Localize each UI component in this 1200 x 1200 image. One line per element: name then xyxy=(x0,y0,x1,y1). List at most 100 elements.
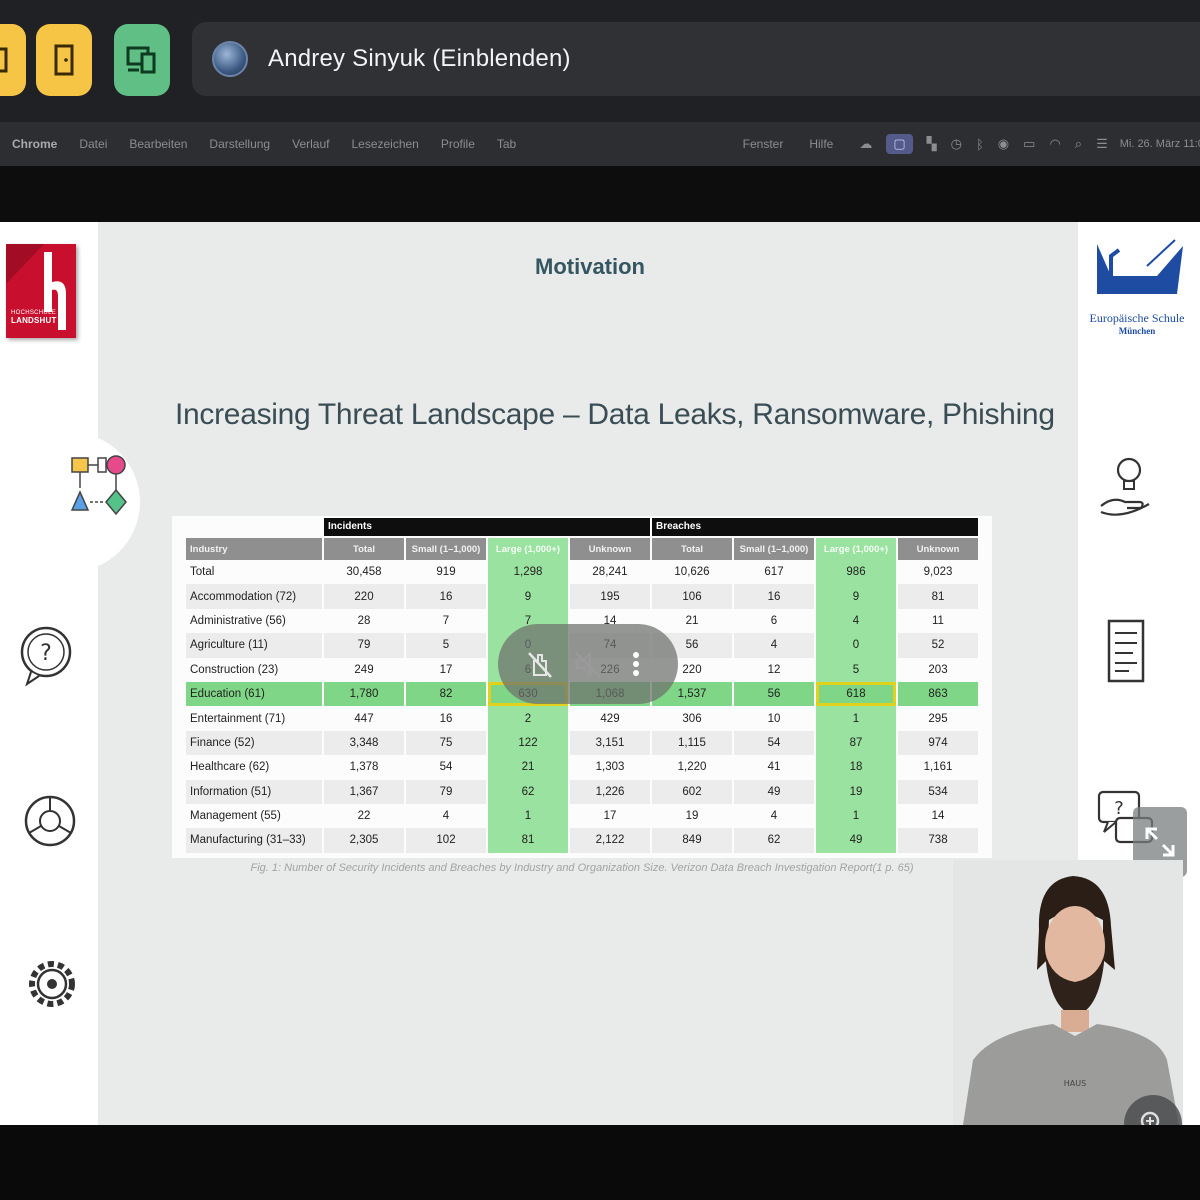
table-cell: 4 xyxy=(816,608,896,634)
clock-icon[interactable]: ◷ xyxy=(951,136,962,152)
table-row: Total 30,458 919 1,298 28,241 10,626 617 986 9,0… xyxy=(186,560,978,585)
presenter-banner[interactable]: Andrey Sinyuk (Einblenden) xyxy=(192,22,1200,96)
eu-logo-mark-icon xyxy=(1097,239,1183,294)
table-cell: 79 xyxy=(406,779,486,804)
table-cell: 602 xyxy=(652,779,732,804)
leave-button[interactable] xyxy=(0,24,26,96)
table-cell: 849 xyxy=(652,828,732,853)
bluetooth-icon[interactable]: ᛒ xyxy=(976,137,984,152)
table-cell: 1,378 xyxy=(349,761,379,774)
table-cell: 4 xyxy=(770,810,778,823)
table-cell: 738 xyxy=(898,828,978,853)
table-cell: 75 xyxy=(406,730,486,756)
menu-tab[interactable]: Tab xyxy=(497,137,516,151)
process-flow-icon[interactable] xyxy=(62,444,134,530)
cycle-chart-icon[interactable] xyxy=(20,786,80,856)
menu-profile[interactable]: Profile xyxy=(441,137,475,151)
search-icon[interactable]: ⌕ xyxy=(1075,136,1082,152)
column-header: Small (1–1,000) xyxy=(734,538,814,560)
industry-cell: Finance (52) xyxy=(186,730,322,756)
table-cell: 16 xyxy=(734,584,814,609)
table-cell: 18 xyxy=(816,755,896,780)
table-cell: 56 xyxy=(734,681,814,707)
table-cell: 17 xyxy=(603,810,617,823)
hand-off-icon[interactable] xyxy=(523,647,557,681)
table-cell: 3,151 xyxy=(570,730,650,756)
screen-mirror-icon[interactable]: ▢ xyxy=(886,134,913,154)
window-tiles-icon[interactable]: ▚ xyxy=(927,136,937,152)
industry-cell: Healthcare (62) xyxy=(190,761,270,774)
table-cell: 19 xyxy=(685,810,699,823)
table-cell: 1 xyxy=(816,706,896,731)
table-cell: 2,122 xyxy=(570,828,650,853)
bottom-bar xyxy=(0,1125,1200,1200)
table-cell: 2 xyxy=(488,706,568,731)
table-cell: 9,023 xyxy=(923,566,953,579)
menu-datei[interactable]: Datei xyxy=(79,137,107,151)
menubar-clock[interactable]: Mi. 26. März 11:07 xyxy=(1120,138,1200,150)
table-cell: 195 xyxy=(570,584,650,609)
table-cell: 429 xyxy=(600,712,620,725)
meet-top-bar: Andrey Sinyuk (Einblenden) xyxy=(0,0,1200,122)
door-button[interactable] xyxy=(36,24,92,96)
table-cell: 22 xyxy=(357,810,371,823)
industry-cell: Manufacturing (31–33) xyxy=(186,828,322,853)
table-cell: 81 xyxy=(898,584,978,609)
table-cell: 447 xyxy=(354,712,374,725)
present-screen-icon xyxy=(126,46,156,74)
menu-app-name[interactable]: Chrome xyxy=(12,137,57,151)
table-cell: 919 xyxy=(436,566,456,579)
table-cell: 12 xyxy=(767,663,781,676)
group-header-breaches: Breaches xyxy=(652,518,978,536)
group-header-incidents: Incidents xyxy=(324,518,650,536)
menu-lesezeichen[interactable]: Lesezeichen xyxy=(351,137,418,151)
industry-cell: Agriculture (11) xyxy=(186,633,322,658)
expand-icon xyxy=(1145,827,1175,857)
status-icons: ☁ ▢ ▚ ◷ ᛒ ◉ ▭ ◠ ⌕ ☰ xyxy=(859,134,1108,154)
wifi-icon[interactable]: ◠ xyxy=(1049,136,1060,152)
menu-fenster[interactable]: Fenster xyxy=(743,137,784,151)
industry-cell: Entertainment (71) xyxy=(190,712,286,725)
presenter-name: Andrey Sinyuk (Einblenden) xyxy=(268,45,571,72)
cloud-icon[interactable]: ☁ xyxy=(859,136,872,152)
hochschule-landshut-logo: HOCHSCHULE LANDSHUT xyxy=(6,244,76,338)
table-cell: 54 xyxy=(439,761,453,774)
webcam-video: HAUS xyxy=(953,860,1183,1125)
document-list-icon[interactable] xyxy=(1098,614,1154,688)
present-screen-button[interactable] xyxy=(114,24,170,96)
industry-cell: Administrative (56) xyxy=(190,614,286,627)
table-cell: 1,780 xyxy=(324,681,404,707)
more-vert-icon[interactable] xyxy=(619,647,653,681)
table-cell: 17 xyxy=(439,663,453,676)
table-cell: 102 xyxy=(406,828,486,853)
table-cell: 28 xyxy=(357,614,371,627)
industry-cell: Accommodation (72) xyxy=(186,584,322,609)
menu-verlauf[interactable]: Verlauf xyxy=(292,137,329,151)
column-header: Large (1,000+) xyxy=(816,538,896,560)
menu-darstellung[interactable]: Darstellung xyxy=(209,137,270,151)
table-cell: 986 xyxy=(816,560,896,585)
table-cell: 82 xyxy=(406,681,486,707)
table-cell: 534 xyxy=(898,779,978,804)
record-icon[interactable]: ◉ xyxy=(998,136,1009,152)
volume-off-icon[interactable] xyxy=(571,647,605,681)
leave-icon xyxy=(0,47,8,73)
table-row: Healthcare (62) 1,378 54 21 1,303 1,220 41 18 1,… xyxy=(186,755,978,780)
table-cell: 30,458 xyxy=(346,566,382,579)
question-bubble-icon[interactable]: ? xyxy=(16,620,76,690)
presenter-video-figure: HAUS xyxy=(953,860,1183,1125)
hl-logo-line2: LANDSHUT xyxy=(11,316,57,325)
column-header: Small (1–1,000) xyxy=(406,538,486,560)
table-cell: 28,241 xyxy=(592,566,628,579)
industry-cell: Management (55) xyxy=(190,810,281,823)
column-header: Total xyxy=(652,538,732,560)
table-cell: 1,226 xyxy=(570,779,650,804)
table-cell: 122 xyxy=(488,730,568,756)
control-center-icon[interactable]: ☰ xyxy=(1096,136,1108,152)
menu-bearbeiten[interactable]: Bearbeiten xyxy=(129,137,187,151)
svg-text:?: ? xyxy=(1114,798,1124,819)
settings-gear-icon[interactable] xyxy=(22,948,82,1020)
battery-icon[interactable]: ▭ xyxy=(1023,136,1035,152)
menu-hilfe[interactable]: Hilfe xyxy=(809,137,833,151)
idea-hand-icon[interactable] xyxy=(1096,450,1158,522)
